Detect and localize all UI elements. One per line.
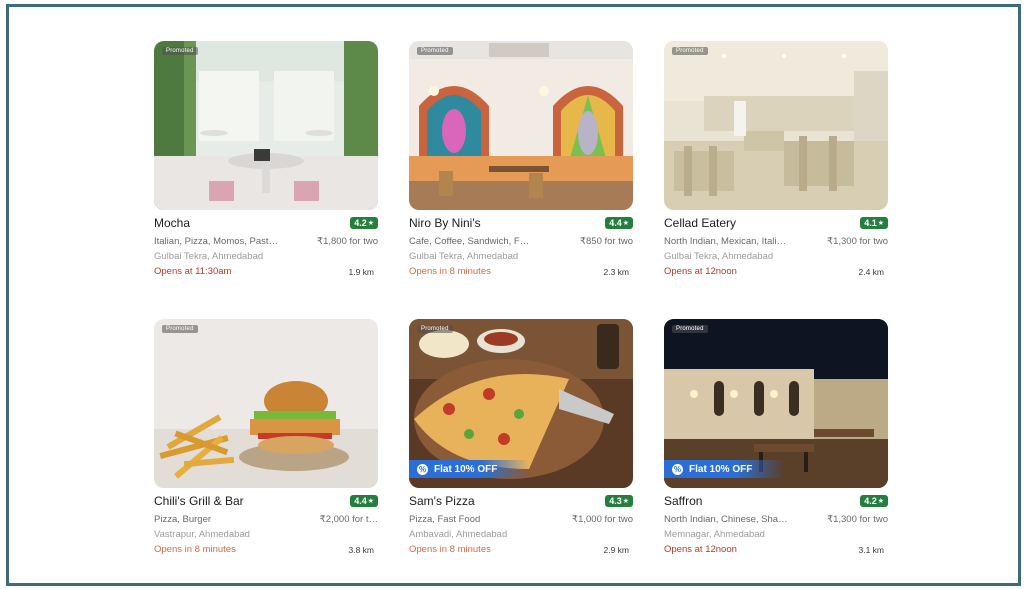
cuisine-list: North Indian, Mexican, Itali… [664, 236, 786, 247]
restaurant-name[interactable]: Niro By Nini's [409, 216, 481, 230]
distance: 1.9 km [348, 266, 374, 277]
restaurant-card[interactable]: Promoted % Flat 10% OFF Sam's Pizza 4.3 ★… [409, 319, 633, 555]
cuisine-list: Cafe, Coffee, Sandwich, F… [409, 236, 530, 247]
price-for-two: ₹1,800 for two [317, 236, 378, 247]
restaurant-location: Memnagar, Ahmedabad [664, 529, 765, 540]
offer-text: Flat 10% OFF [689, 463, 753, 475]
offer-text: Flat 10% OFF [434, 463, 498, 475]
rating-value: 4.3 [609, 496, 622, 506]
star-icon: ★ [622, 498, 629, 505]
rating-badge: 4.3 ★ [605, 495, 633, 507]
distance: 2.3 km [603, 266, 629, 277]
rating-badge: 4.4 ★ [605, 217, 633, 229]
promoted-badge: Promoted [672, 47, 708, 55]
promoted-badge: Promoted [417, 47, 453, 55]
cuisine-list: North Indian, Chinese, Sha… [664, 514, 788, 525]
restaurant-location: Gulbai Tekra, Ahmedabad [664, 251, 774, 262]
opening-time: Opens at 12noon [664, 266, 737, 277]
price-for-two: ₹850 for two [579, 236, 633, 247]
opening-time: Opens at 11:30am [154, 266, 232, 277]
cuisine-list: Italian, Pizza, Momos, Past… [154, 236, 279, 247]
cuisine-list: Pizza, Burger [154, 514, 212, 525]
price-for-two: ₹1,300 for two [827, 236, 888, 247]
restaurant-location: Gulbai Tekra, Ahmedabad [154, 251, 264, 262]
star-icon: ★ [367, 498, 374, 505]
rating-badge: 4.1 ★ [860, 217, 888, 229]
promoted-badge: Promoted [162, 47, 198, 55]
promoted-badge: Promoted [672, 325, 708, 333]
restaurant-image[interactable]: Promoted % Flat 10% OFF [664, 319, 888, 488]
restaurant-card[interactable]: Promoted % Flat 10% OFF Saffron 4.2 ★ Nor… [664, 319, 888, 555]
rating-badge: 4.2 ★ [350, 217, 378, 229]
promoted-badge: Promoted [417, 325, 453, 333]
price-for-two: ₹1,300 for two [827, 514, 888, 525]
star-icon: ★ [877, 220, 884, 227]
restaurant-image[interactable]: Promoted [664, 41, 888, 210]
rating-value: 4.2 [354, 218, 367, 228]
discount-badge-icon: % [417, 463, 428, 475]
rating-value: 4.1 [864, 218, 877, 228]
restaurant-location: Vastrapur, Ahmedabad [154, 529, 250, 540]
rating-value: 4.4 [354, 496, 367, 506]
distance: 3.8 km [348, 544, 374, 555]
restaurant-location: Gulbai Tekra, Ahmedabad [409, 251, 519, 262]
window-frame: Promoted Mocha 4.2 ★ Italian, Pizza, Momo… [6, 4, 1021, 586]
restaurant-image[interactable]: Promoted [409, 41, 633, 210]
cuisine-list: Pizza, Fast Food [409, 514, 481, 525]
restaurant-card[interactable]: Promoted Mocha 4.2 ★ Italian, Pizza, Momo… [154, 41, 378, 277]
star-icon: ★ [877, 498, 884, 505]
price-for-two: ₹1,000 for two [572, 514, 633, 525]
rating-badge: 4.4 ★ [350, 495, 378, 507]
opening-time: Opens in 8 minutes [409, 266, 491, 277]
restaurant-card[interactable]: Promoted Chili's Grill & Bar 4.4 ★ Pizza,… [154, 319, 378, 555]
restaurant-name[interactable]: Cellad Eatery [664, 216, 736, 230]
rating-value: 4.2 [864, 496, 877, 506]
star-icon: ★ [622, 220, 629, 227]
restaurant-grid: Promoted Mocha 4.2 ★ Italian, Pizza, Momo… [154, 41, 888, 555]
opening-time: Opens in 8 minutes [154, 544, 236, 555]
restaurant-image[interactable]: Promoted [154, 41, 378, 210]
discount-badge-icon: % [672, 463, 683, 475]
offer-banner[interactable]: % Flat 10% OFF [409, 460, 530, 478]
rating-value: 4.4 [609, 218, 622, 228]
rating-badge: 4.2 ★ [860, 495, 888, 507]
restaurant-name[interactable]: Chili's Grill & Bar [154, 494, 244, 508]
opening-time: Opens at 12noon [664, 544, 737, 555]
restaurant-name[interactable]: Saffron [664, 494, 702, 508]
restaurant-image[interactable]: Promoted % Flat 10% OFF [409, 319, 633, 488]
restaurant-location: Ambavadi, Ahmedabad [409, 529, 508, 540]
restaurant-card[interactable]: Promoted Niro By Nini's 4.4 ★ Cafe, Coffe… [409, 41, 633, 277]
opening-time: Opens in 8 minutes [409, 544, 491, 555]
distance: 3.1 km [858, 544, 884, 555]
restaurant-name[interactable]: Sam's Pizza [409, 494, 475, 508]
distance: 2.4 km [858, 266, 884, 277]
distance: 2.9 km [603, 544, 629, 555]
restaurant-name[interactable]: Mocha [154, 216, 190, 230]
offer-banner[interactable]: % Flat 10% OFF [664, 460, 785, 478]
restaurant-image[interactable]: Promoted [154, 319, 378, 488]
promoted-badge: Promoted [162, 325, 198, 333]
star-icon: ★ [367, 220, 374, 227]
price-for-two: ₹2,000 for t… [319, 514, 378, 525]
restaurant-card[interactable]: Promoted Cellad Eatery 4.1 ★ North Indian… [664, 41, 888, 277]
